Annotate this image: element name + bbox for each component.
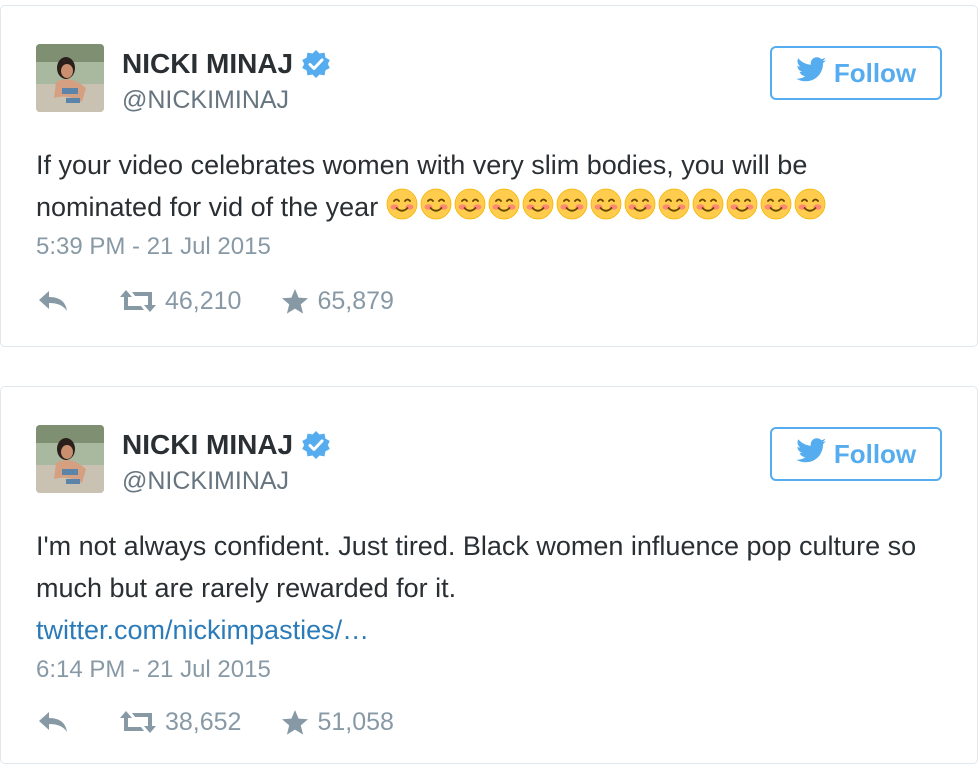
author-name[interactable]: NICKI MINAJ bbox=[122, 429, 331, 461]
reply-button[interactable] bbox=[37, 710, 69, 734]
blush-emoji bbox=[658, 188, 690, 220]
blush-emoji bbox=[590, 188, 622, 220]
tweet-card: NICKI MINAJ @NICKIMINAJ Follow I'm not a… bbox=[0, 386, 978, 764]
blush-emoji bbox=[420, 188, 452, 220]
retweet-count: 38,652 bbox=[165, 707, 242, 736]
tweet-actions: 46,210 65,879 bbox=[37, 286, 394, 316]
retweet-button[interactable]: 46,210 bbox=[119, 287, 241, 316]
blush-emoji bbox=[726, 188, 758, 220]
twitter-bird-icon bbox=[796, 56, 826, 90]
tweet-link[interactable]: twitter.com/nickimpasties/… bbox=[36, 609, 936, 651]
blush-emoji bbox=[794, 188, 826, 220]
avatar[interactable] bbox=[36, 44, 104, 112]
blush-emoji bbox=[454, 188, 486, 220]
follow-button[interactable]: Follow bbox=[770, 427, 942, 481]
verified-badge-icon bbox=[301, 49, 331, 79]
avatar[interactable] bbox=[36, 425, 104, 493]
favorite-count: 65,879 bbox=[317, 286, 394, 315]
tweet-actions: 38,652 51,058 bbox=[37, 707, 394, 737]
tweet-timestamp[interactable]: 6:14 PM - 21 Jul 2015 bbox=[36, 656, 271, 684]
favorite-count: 51,058 bbox=[317, 707, 394, 736]
blush-emoji bbox=[760, 188, 792, 220]
blush-emoji bbox=[624, 188, 656, 220]
retweet-count: 46,210 bbox=[165, 286, 242, 315]
favorite-button[interactable]: 65,879 bbox=[281, 286, 394, 316]
blush-emoji bbox=[692, 188, 724, 220]
emoji-row bbox=[386, 188, 828, 220]
author-name-text[interactable]: NICKI MINAJ bbox=[122, 48, 293, 80]
follow-button[interactable]: Follow bbox=[770, 46, 942, 100]
author-name-text[interactable]: NICKI MINAJ bbox=[122, 429, 293, 461]
author-name[interactable]: NICKI MINAJ bbox=[122, 48, 331, 80]
verified-badge-icon bbox=[301, 430, 331, 460]
tweet-text-body: I'm not always confident. Just tired. Bl… bbox=[36, 531, 917, 603]
blush-emoji bbox=[556, 188, 588, 220]
tweet-text: I'm not always confident. Just tired. Bl… bbox=[36, 525, 936, 651]
reply-button[interactable] bbox=[37, 289, 69, 313]
star-icon bbox=[282, 709, 309, 735]
blush-emoji bbox=[522, 188, 554, 220]
twitter-bird-icon bbox=[796, 437, 826, 471]
tweet-card: NICKI MINAJ @NICKIMINAJ Follow If your v… bbox=[0, 5, 978, 347]
tweet-text: If your video celebrates women with very… bbox=[36, 144, 936, 228]
follow-label: Follow bbox=[833, 438, 917, 469]
reply-icon bbox=[39, 712, 67, 732]
follow-label: Follow bbox=[833, 57, 917, 88]
star-icon bbox=[282, 288, 309, 314]
author-handle[interactable]: @NICKIMINAJ bbox=[122, 86, 289, 115]
retweet-button[interactable]: 38,652 bbox=[119, 708, 241, 737]
blush-emoji bbox=[386, 188, 418, 220]
author-handle[interactable]: @NICKIMINAJ bbox=[122, 467, 289, 496]
blush-emoji bbox=[488, 188, 520, 220]
favorite-button[interactable]: 51,058 bbox=[281, 707, 394, 737]
tweet-timestamp[interactable]: 5:39 PM - 21 Jul 2015 bbox=[36, 233, 271, 261]
retweet-icon bbox=[120, 711, 156, 733]
retweet-icon bbox=[120, 290, 156, 312]
reply-icon bbox=[39, 291, 67, 311]
